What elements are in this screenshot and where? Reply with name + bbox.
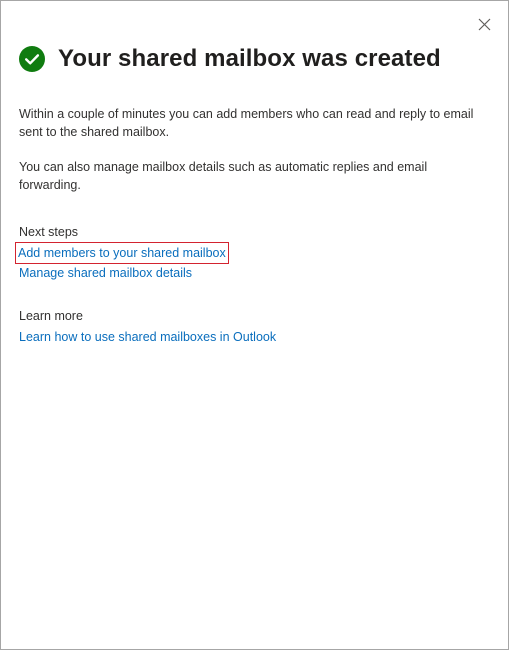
description-paragraph: Within a couple of minutes you can add m… xyxy=(19,107,474,139)
panel-header: Your shared mailbox was created xyxy=(19,45,441,73)
panel-body: Within a couple of minutes you can add m… xyxy=(15,105,486,348)
next-steps-heading: Next steps xyxy=(19,225,79,239)
learn-shared-mailboxes-outlook-link[interactable]: Learn how to use shared mailboxes in Out… xyxy=(19,328,276,346)
success-checkmark-icon xyxy=(19,46,45,72)
manage-details-paragraph: You can also manage mailbox details such… xyxy=(19,160,428,192)
add-members-link[interactable]: Add members to your shared mailbox xyxy=(15,241,229,264)
learn-more-heading: Learn more xyxy=(19,309,83,323)
close-icon xyxy=(478,18,490,30)
page-title: Your shared mailbox was created xyxy=(58,45,441,72)
manage-mailbox-details-link[interactable]: Manage shared mailbox details xyxy=(19,264,192,282)
learn-more-section: Learn more Learn how to use shared mailb… xyxy=(19,307,486,348)
next-steps-section: Next steps Add members to your shared ma… xyxy=(15,223,486,284)
close-button[interactable] xyxy=(474,14,494,34)
shared-mailbox-created-panel: Your shared mailbox was created Within a… xyxy=(0,0,509,650)
